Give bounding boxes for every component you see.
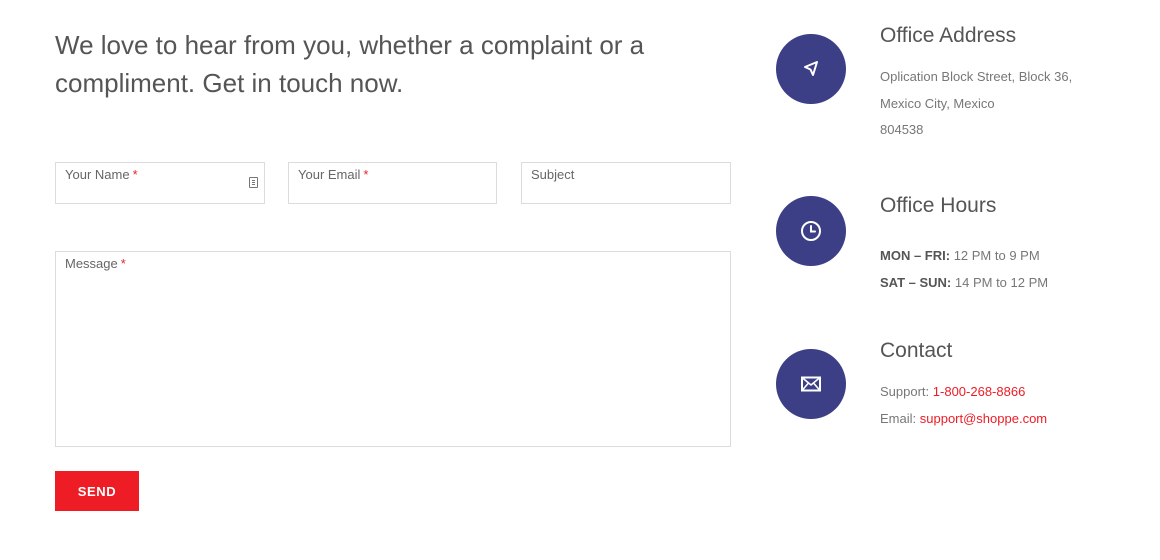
- name-label: Your Name *: [65, 167, 138, 182]
- subject-field[interactable]: Subject: [521, 162, 731, 204]
- intro-heading: We love to hear from you, whether a comp…: [55, 26, 735, 102]
- support-phone-link[interactable]: 1-800-268-8866: [933, 384, 1026, 399]
- contact-page: We love to hear from you, whether a comp…: [0, 0, 1160, 560]
- weekend-hours: SAT – SUN: 14 PM to 12 PM: [880, 274, 1049, 290]
- email-field[interactable]: Your Email *: [288, 162, 497, 204]
- hours-title: Office Hours: [880, 194, 997, 217]
- hours-details: MON – FRI: 12 PM to 9 PM SAT – SUN: 14 P…: [880, 243, 1048, 296]
- email-line: Email: support@shoppe.com: [880, 410, 1048, 426]
- intro-line-1: We love to hear from you, whether a comp…: [55, 30, 645, 60]
- hours-icon-circle: [776, 196, 846, 266]
- send-button[interactable]: SEND: [55, 471, 139, 511]
- address-icon-circle: [776, 34, 846, 104]
- support-email-link[interactable]: support@shoppe.com: [920, 411, 1047, 426]
- address-line-1: Oplication Block Street, Block 36,: [880, 69, 1073, 84]
- required-mark: *: [120, 256, 126, 271]
- navigation-arrow-icon: [804, 61, 818, 76]
- contact-icon-circle: [776, 349, 846, 419]
- name-field[interactable]: Your Name *: [55, 162, 265, 204]
- clock-icon: [801, 221, 821, 241]
- required-mark: *: [363, 167, 369, 182]
- message-field[interactable]: Message *: [55, 251, 731, 447]
- required-mark: *: [132, 167, 138, 182]
- message-label: Message *: [65, 256, 126, 271]
- autofill-icon[interactable]: [249, 177, 258, 188]
- address-line-3: 804538: [880, 122, 924, 137]
- contact-title: Contact: [880, 339, 953, 362]
- intro-line-2: compliment. Get in touch now.: [55, 68, 404, 98]
- address-line-2: Mexico City, Mexico: [880, 95, 995, 111]
- envelope-icon: [801, 376, 821, 392]
- support-line: Support: 1-800-268-8866: [880, 384, 1026, 399]
- address-title: Office Address: [880, 24, 1017, 47]
- address-details: Oplication Block Street, Block 36, Mexic…: [880, 64, 1072, 144]
- subject-label: Subject: [531, 167, 575, 182]
- contact-details: Support: 1-800-268-8866 Email: support@s…: [880, 379, 1047, 432]
- weekday-hours: MON – FRI: 12 PM to 9 PM: [880, 248, 1040, 263]
- email-label: Your Email *: [298, 167, 369, 182]
